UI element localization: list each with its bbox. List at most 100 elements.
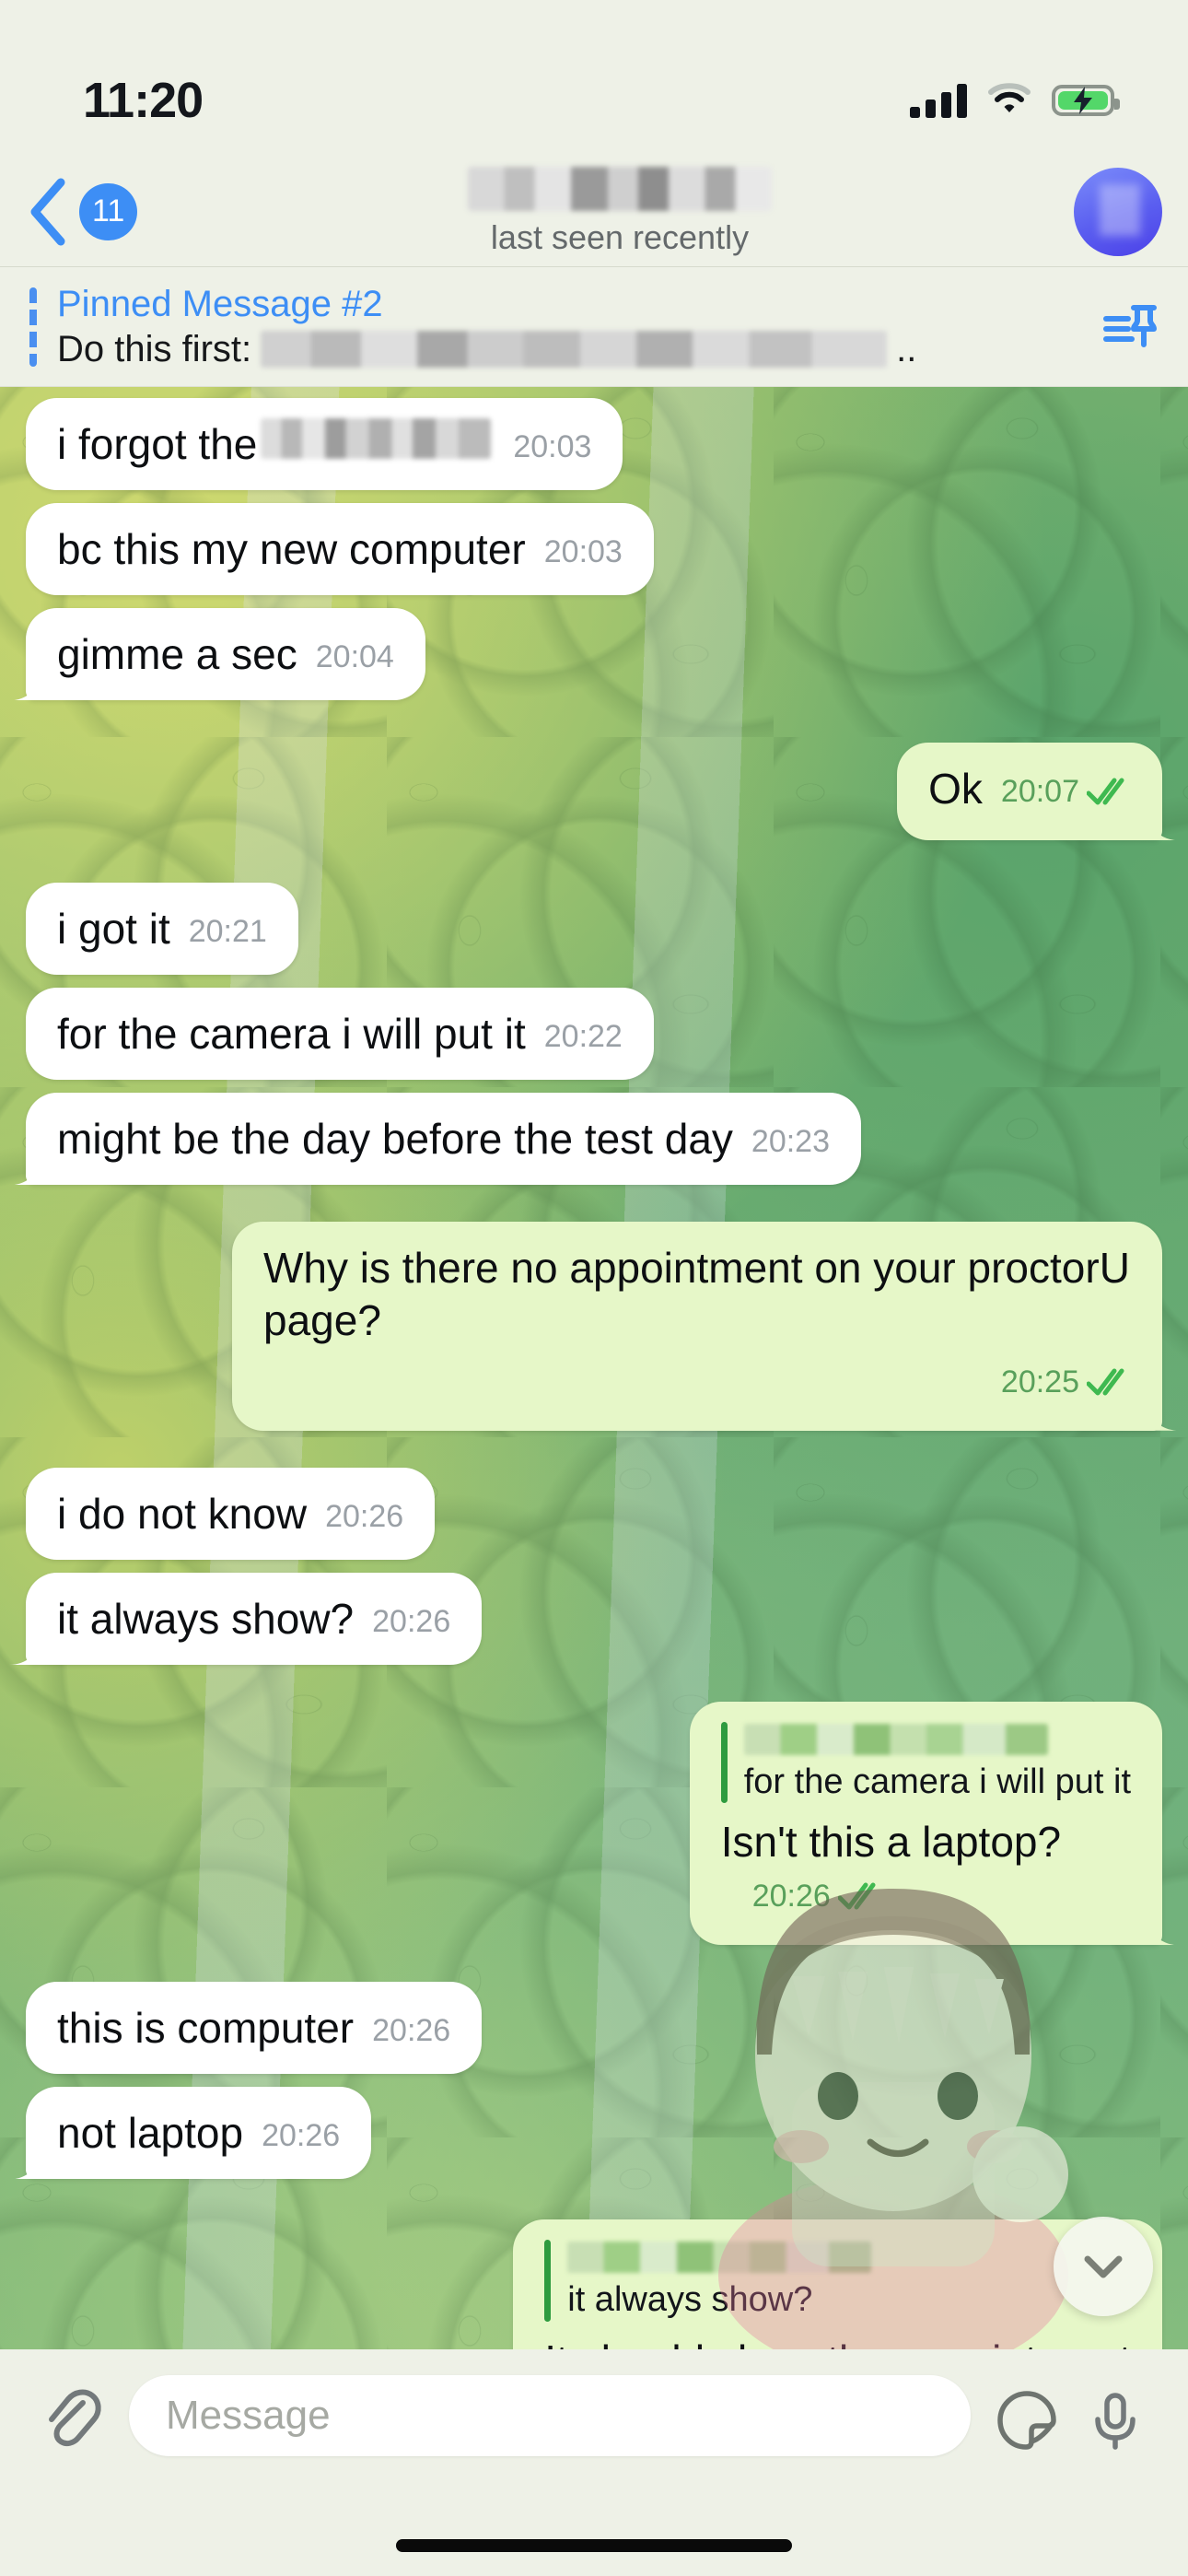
message-bubble-outgoing[interactable]: Why is there no appointment on your proc…	[232, 1222, 1162, 1431]
status-bar: 11:20	[0, 0, 1188, 157]
message-time: 20:22	[543, 1019, 623, 1055]
message-text: Why is there no appointment on your proc…	[263, 1244, 1142, 1344]
message-meta: 20:25	[1001, 1357, 1131, 1409]
message-bubble-incoming[interactable]: might be the day before the test day 20:…	[26, 1093, 862, 1186]
message-row: for the camera i will put it 20:22	[0, 988, 1188, 1081]
unread-badge: 11	[79, 182, 138, 240]
message-meta: 20:07	[1001, 767, 1131, 818]
message-bubble-incoming[interactable]: i forgot the 20:03	[26, 398, 623, 491]
chevron-left-icon	[30, 178, 65, 245]
chevron-down-icon	[1084, 2255, 1123, 2278]
message-redacted-text	[261, 418, 492, 459]
message-text: this is computer	[57, 2004, 355, 2053]
message-row: this is computer 20:26	[0, 1982, 1188, 2075]
pinned-messages-list-icon[interactable]	[1098, 294, 1164, 360]
message-meta: 20:26	[752, 1871, 882, 1923]
pinned-message-title: Pinned Message #2	[57, 283, 383, 324]
message-bubble-outgoing[interactable]: for the camera i will put it Isn't this …	[689, 1702, 1162, 1946]
message-bubble-incoming[interactable]: not laptop 20:26	[26, 2087, 372, 2180]
message-bubble-incoming[interactable]: i got it 20:21	[26, 883, 298, 976]
message-text: Ok	[928, 765, 983, 814]
message-time: 20:21	[188, 914, 267, 950]
reply-quote-body: for the camera i will put it	[743, 1722, 1131, 1803]
double-check-read-icon	[837, 1871, 882, 1923]
chat-header: 11 last seen recently	[0, 157, 1188, 267]
message-text: i forgot the	[57, 420, 258, 468]
scroll-to-bottom-button[interactable]	[1054, 2217, 1153, 2316]
message-time: 20:07	[1000, 774, 1079, 810]
pinned-message-bar[interactable]: Pinned Message #2 Do this first: ..	[0, 267, 1188, 387]
paperclip-icon[interactable]	[37, 2383, 105, 2451]
message-time: 20:03	[513, 429, 592, 464]
message-time: 20:26	[262, 2118, 341, 2154]
message-bubble-incoming[interactable]: this is computer 20:26	[26, 1982, 483, 2075]
message-text: It should show the appointment	[544, 2335, 1131, 2349]
message-time: 20:04	[315, 639, 394, 675]
message-time: 20:26	[325, 1498, 404, 1534]
reply-quote-text: for the camera i will put it	[743, 1762, 1131, 1801]
message-meta: 20:21	[189, 913, 267, 951]
double-check-read-icon	[1086, 767, 1131, 818]
wifi-icon	[987, 82, 1031, 120]
reply-quote-bar	[720, 1722, 728, 1804]
message-input-field[interactable]: Message	[129, 2375, 971, 2456]
pinned-position-indicator	[29, 287, 37, 367]
double-check-read-icon	[1086, 1357, 1131, 1409]
reply-quote-text: it always show?	[567, 2280, 813, 2320]
contact-name-redacted	[468, 166, 772, 211]
message-time: 20:25	[1000, 1364, 1079, 1399]
message-bubble-incoming[interactable]: for the camera i will put it 20:22	[26, 988, 654, 1081]
message-text: i do not know	[57, 1489, 308, 1538]
telegram-chat-screen: 11:20 11 last seen recently Pinned Messa…	[0, 0, 1188, 2576]
message-time: 20:26	[372, 2013, 451, 2049]
message-text: i got it	[57, 905, 170, 954]
message-row: Why is there no appointment on your proc…	[0, 1222, 1188, 1431]
pinned-preview-ellipsis: ..	[896, 328, 917, 369]
message-row: it always show? It should show the appoi…	[0, 2219, 1188, 2349]
message-bubble-outgoing[interactable]: Ok 20:07	[897, 743, 1162, 841]
message-text: Isn't this a laptop?	[720, 1818, 1062, 1867]
messages-container: i forgot the 20:03 bc this my new comput…	[0, 387, 1188, 2349]
pinned-message-content: Pinned Message #2 Do this first: ..	[57, 284, 1098, 370]
message-bubble-incoming[interactable]: bc this my new computer 20:03	[26, 503, 654, 596]
message-list[interactable]: i forgot the 20:03 bc this my new comput…	[0, 387, 1188, 2349]
message-meta: 20:03	[544, 533, 623, 571]
message-meta: 20:23	[751, 1123, 830, 1161]
status-bar-clock: 11:20	[83, 73, 204, 128]
message-meta: 20:22	[544, 1018, 623, 1056]
battery-charging-icon	[1052, 85, 1120, 116]
message-bubble-incoming[interactable]: it always show? 20:26	[26, 1572, 483, 1665]
message-meta: 20:04	[316, 638, 394, 676]
reply-quote-sender-redacted	[743, 1724, 1048, 1755]
message-row: i got it 20:21	[0, 883, 1188, 976]
message-input-bar: Message	[0, 2349, 1188, 2576]
message-row: might be the day before the test day 20:…	[0, 1093, 1188, 1186]
message-input-placeholder: Message	[166, 2393, 331, 2438]
message-meta: 20:26	[372, 2012, 450, 2050]
reply-quote[interactable]: for the camera i will put it	[720, 1722, 1131, 1804]
message-text: not laptop	[57, 2109, 244, 2158]
cellular-signal-icon	[910, 83, 967, 118]
microphone-icon[interactable]	[1083, 2388, 1147, 2453]
sticker-icon[interactable]	[995, 2388, 1059, 2453]
message-meta: 20:26	[372, 1603, 450, 1641]
message-row: i forgot the 20:03	[0, 398, 1188, 491]
pinned-preview-prefix: Do this first:	[57, 328, 252, 369]
message-row: it always show? 20:26	[0, 1572, 1188, 1665]
reply-quote-sender-redacted	[567, 2242, 872, 2274]
pinned-message-preview: Do this first: ..	[57, 329, 1098, 370]
message-row: not laptop 20:26	[0, 2087, 1188, 2180]
contact-avatar[interactable]	[1074, 167, 1162, 256]
reply-quote[interactable]: it always show?	[544, 2240, 1131, 2322]
pinned-preview-redacted	[261, 331, 888, 368]
message-text: gimme a sec	[57, 630, 297, 679]
message-bubble-incoming[interactable]: i do not know 20:26	[26, 1467, 436, 1560]
message-text: for the camera i will put it	[57, 1010, 526, 1059]
message-text: it always show?	[57, 1594, 355, 1643]
message-meta: 20:26	[325, 1498, 403, 1536]
message-meta: 20:03	[513, 428, 591, 466]
message-bubble-incoming[interactable]: gimme a sec 20:04	[26, 608, 425, 701]
contact-title-block[interactable]: last seen recently	[166, 166, 1074, 257]
reply-quote-body: it always show?	[567, 2240, 872, 2321]
message-row: for the camera i will put it Isn't this …	[0, 1702, 1188, 1946]
